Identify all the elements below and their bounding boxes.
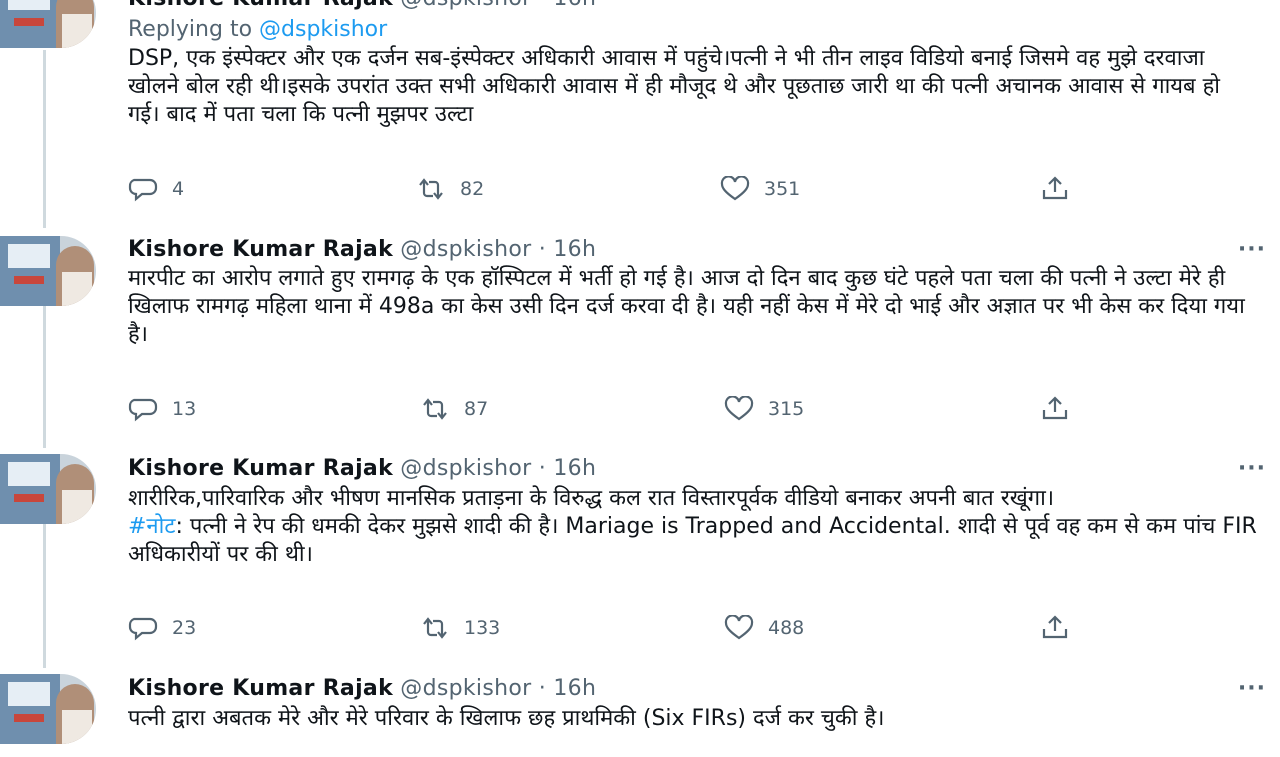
separator-dot: · xyxy=(538,456,547,481)
share-button[interactable] xyxy=(1040,396,1070,422)
avatar[interactable] xyxy=(0,0,96,48)
heart-icon xyxy=(724,396,754,421)
retweet-count: 133 xyxy=(464,617,501,639)
author-handle[interactable]: @dspkishor xyxy=(400,0,531,11)
replying-to: Replying to @dspkishor xyxy=(128,17,387,42)
heart-icon xyxy=(720,176,750,201)
reply-button[interactable]: 4 xyxy=(128,176,184,202)
tweet-text: शारीरिक,पारिवारिक और भीषण मानसिक प्रताड़… xyxy=(128,485,1258,569)
tweet-header: Kishore Kumar Rajak @dspkishor · 16h xyxy=(128,456,596,481)
tweet[interactable]: Kishore Kumar Rajak @dspkishor · 16h Rep… xyxy=(0,0,1280,228)
reply-button[interactable]: 23 xyxy=(128,615,196,641)
retweet-count: 87 xyxy=(464,398,489,420)
retweet-button[interactable]: 133 xyxy=(420,615,500,641)
speech-bubble-icon xyxy=(128,178,158,202)
reply-count: 4 xyxy=(172,178,185,200)
more-options-icon[interactable]: ··· xyxy=(1238,456,1266,481)
author-name[interactable]: Kishore Kumar Rajak xyxy=(128,456,393,481)
separator-dot: · xyxy=(538,237,547,262)
avatar[interactable] xyxy=(0,674,96,744)
timestamp[interactable]: 16h xyxy=(553,676,596,701)
separator-dot: · xyxy=(539,0,546,11)
avatar[interactable] xyxy=(0,236,96,306)
tweet-actions: 23 133 488 xyxy=(128,615,1088,645)
timestamp[interactable]: 16h xyxy=(553,237,596,262)
speech-bubble-icon xyxy=(128,398,158,422)
timestamp[interactable]: 16h xyxy=(553,456,596,481)
tweet-header: Kishore Kumar Rajak @dspkishor · 16h xyxy=(128,676,596,701)
replying-to-label: Replying to xyxy=(128,17,253,42)
timestamp[interactable]: 16h xyxy=(553,0,596,11)
tweet-header: Kishore Kumar Rajak @dspkishor · 16h xyxy=(128,0,596,11)
share-button[interactable] xyxy=(1040,176,1070,202)
tweet[interactable]: Kishore Kumar Rajak @dspkishor · 16h ···… xyxy=(0,228,1280,448)
reply-button[interactable]: 13 xyxy=(128,396,196,422)
tweet[interactable]: Kishore Kumar Rajak @dspkishor · 16h ···… xyxy=(0,448,1280,668)
tweet-text: पत्नी द्वारा अबतक मेरे और मेरे परिवार के… xyxy=(128,706,885,731)
speech-bubble-icon xyxy=(128,617,158,641)
avatar[interactable] xyxy=(0,454,96,524)
tweet-header: Kishore Kumar Rajak @dspkishor · 16h xyxy=(128,237,596,262)
author-handle[interactable]: @dspkishor xyxy=(400,676,531,701)
tweet-actions: 13 87 315 xyxy=(128,396,1088,426)
tweet[interactable]: Kishore Kumar Rajak @dspkishor · 16h ···… xyxy=(0,668,1280,757)
like-button[interactable]: 351 xyxy=(720,176,800,202)
author-handle[interactable]: @dspkishor xyxy=(400,237,531,262)
heart-icon xyxy=(724,615,754,640)
reply-count: 13 xyxy=(172,398,197,420)
author-name[interactable]: Kishore Kumar Rajak xyxy=(128,676,393,701)
like-count: 315 xyxy=(768,398,805,420)
like-button[interactable]: 488 xyxy=(724,615,804,641)
share-upload-icon xyxy=(1042,615,1068,639)
tweet-text-note: : पत्नी ने रेप की धमकी देकर मुझसे शादी क… xyxy=(128,514,1257,567)
share-upload-icon xyxy=(1042,176,1068,200)
tweet-actions: 4 82 351 xyxy=(128,176,1088,206)
reply-count: 23 xyxy=(172,617,197,639)
author-name[interactable]: Kishore Kumar Rajak xyxy=(128,237,393,262)
like-count: 488 xyxy=(768,617,805,639)
retweet-button[interactable]: 82 xyxy=(416,176,484,202)
author-name[interactable]: Kishore Kumar Rajak xyxy=(128,0,393,11)
more-options-icon[interactable]: ··· xyxy=(1238,676,1266,701)
tweet-text-main: शारीरिक,पारिवारिक और भीषण मानसिक प्रताड़… xyxy=(128,486,1055,511)
tweet-text: DSP, एक इंस्पेक्टर और एक दर्जन सब-इंस्पे… xyxy=(128,46,1220,127)
share-upload-icon xyxy=(1042,396,1068,420)
retweet-arrows-icon xyxy=(423,398,447,420)
retweet-button[interactable]: 87 xyxy=(420,396,488,422)
replying-to-handle[interactable]: @dspkishor xyxy=(259,17,387,42)
author-handle[interactable]: @dspkishor xyxy=(400,456,531,481)
more-options-icon[interactable]: ··· xyxy=(1238,237,1266,262)
hashtag-link[interactable]: #नोट xyxy=(128,514,175,539)
retweet-count: 82 xyxy=(460,178,485,200)
retweet-arrows-icon xyxy=(419,178,443,200)
separator-dot: · xyxy=(538,676,547,701)
like-count: 351 xyxy=(764,178,801,200)
share-button[interactable] xyxy=(1040,615,1070,641)
retweet-arrows-icon xyxy=(423,617,447,639)
like-button[interactable]: 315 xyxy=(724,396,804,422)
tweet-text: मारपीट का आरोप लगाते हुए रामगढ़ के एक हॉ… xyxy=(128,266,1245,347)
